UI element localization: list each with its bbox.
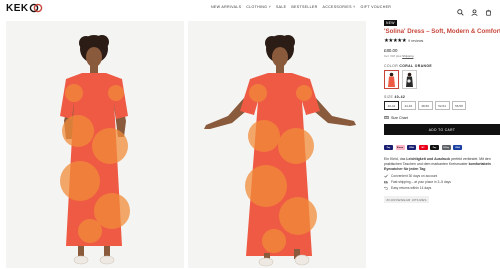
benefit-fast-shipping: Fast shipping – at your place in 3–5 day… xyxy=(384,180,500,184)
size-chart-link[interactable]: Size Chart xyxy=(384,115,500,120)
account-icon[interactable] xyxy=(471,3,478,16)
brand-logo[interactable]: KEK xyxy=(6,2,43,14)
size-label-text: SIZE xyxy=(384,95,394,99)
shipping-link[interactable]: Shipping xyxy=(402,54,413,58)
nav-gift-voucher[interactable]: GIFT VOUCHER xyxy=(361,5,392,9)
size-option-48-50[interactable]: 48-50 xyxy=(417,101,433,111)
logo-text: KEK xyxy=(6,2,29,14)
cart-icon[interactable] xyxy=(485,3,492,16)
product-price: £80.00 xyxy=(384,48,398,53)
mastercard-icon: MC xyxy=(418,145,428,151)
benefit-text-3: Easy returns within 14 days xyxy=(391,186,432,191)
visa-icon-2: VISA xyxy=(453,145,462,151)
tax-prefix: Incl. VAT plus xyxy=(384,54,402,58)
color-label: COLOR CORAL ORANGE xyxy=(384,64,500,68)
new-badge: NEW xyxy=(384,20,397,26)
visa-icon: VISA xyxy=(407,145,416,151)
product-image-front[interactable] xyxy=(6,21,184,268)
desc-part-1: Ein Kleid, das xyxy=(384,157,406,162)
add-to-cart-button[interactable]: ADD TO CART xyxy=(384,124,500,136)
product-info-panel: NEW 'Solina' Dress – Soft, Modern & Comf… xyxy=(384,20,500,204)
model-pose-illustration xyxy=(188,21,366,268)
benefit-easy-returns: Easy returns within 14 days xyxy=(384,186,500,190)
return-icon xyxy=(384,186,388,190)
header-icons xyxy=(457,3,492,16)
ruler-icon xyxy=(384,116,389,119)
klarna-icon: Klarna xyxy=(395,145,405,151)
nav-sale[interactable]: SALE xyxy=(276,5,286,9)
product-description: Ein Kleid, das Leichtigkeit und Ausdruck… xyxy=(384,157,500,172)
benefit-on-account: Convenient 30 days on account xyxy=(384,174,500,178)
truck-icon xyxy=(384,181,388,184)
payment-methods: Pay Klarna VISA MC Pay G Pay VISA xyxy=(384,145,500,151)
nav-bestseller[interactable]: BESTSELLER xyxy=(291,5,317,9)
swatch-coral-orange[interactable] xyxy=(384,70,399,89)
size-value: 40-42 xyxy=(394,95,406,99)
size-option-52-54[interactable]: 52-54 xyxy=(434,101,450,111)
tax-note: Incl. VAT plus Shipping xyxy=(384,54,500,58)
nav-accessories[interactable]: ACCESSORIES ˅ xyxy=(323,5,356,9)
google-pay-icon: G Pay xyxy=(441,145,451,151)
benefit-text-1: Convenient 30 days on account xyxy=(391,174,438,179)
model-front-illustration xyxy=(6,21,184,268)
check-icon xyxy=(384,174,388,178)
nav-new-arrivals[interactable]: NEW ARRIVALS xyxy=(211,5,241,9)
rating-row[interactable]: ★★★★★ 9 reviews xyxy=(384,38,500,44)
size-option-56-58[interactable]: 56-58 xyxy=(451,101,467,111)
hashtag-tag[interactable]: #CURVEWEAR UPSIZES xyxy=(384,196,430,204)
review-count[interactable]: 9 reviews xyxy=(408,39,423,43)
swatch-dark[interactable] xyxy=(402,70,417,89)
size-option-40-42[interactable]: 40-42 xyxy=(384,101,399,111)
logo-mark-icon xyxy=(29,3,42,13)
desc-bold-1: Leichtigkeit und Ausdruck xyxy=(406,157,451,162)
product-title: 'Solina' Dress – Soft, Modern & Comforta… xyxy=(384,28,500,35)
color-swatches xyxy=(384,70,500,89)
size-chart-label: Size Chart xyxy=(391,115,408,120)
main-nav: NEW ARRIVALS CLOTHING ˅ SALE BESTSELLER … xyxy=(211,5,391,9)
apple-pay-icon-2: Pay xyxy=(430,145,439,151)
size-options: 40-42 44-46 48-50 52-54 56-58 xyxy=(384,101,500,111)
apple-pay-icon: Pay xyxy=(384,145,393,151)
color-value: CORAL ORANGE xyxy=(399,64,433,68)
color-label-text: COLOR xyxy=(384,64,399,68)
nav-clothing[interactable]: CLOTHING ˅ xyxy=(246,5,271,9)
product-image-arms-open[interactable] xyxy=(188,21,366,268)
size-label: SIZE 40-42 xyxy=(384,95,500,99)
benefit-text-2: Fast shipping – at your place in 3–5 day… xyxy=(391,180,451,185)
search-icon[interactable] xyxy=(457,3,464,16)
size-option-44-46[interactable]: 44-46 xyxy=(400,101,416,111)
star-rating: ★★★★★ xyxy=(384,38,407,44)
